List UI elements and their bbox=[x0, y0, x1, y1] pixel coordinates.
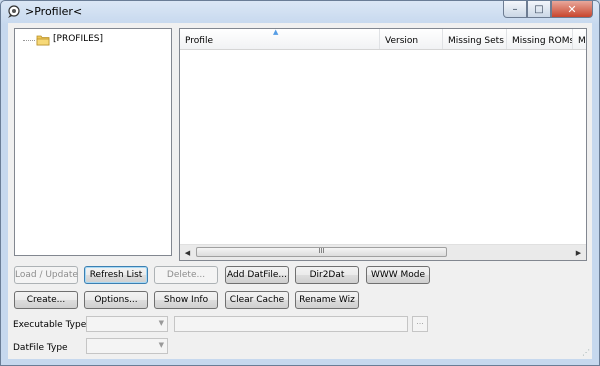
window-controls: – □ ✕ bbox=[503, 1, 593, 19]
column-header-missing-sets[interactable]: Missing Sets bbox=[443, 29, 507, 49]
load-update-button[interactable]: Load / Update bbox=[14, 266, 78, 284]
maximize-icon: □ bbox=[534, 3, 544, 15]
www-mode-button[interactable]: WWW Mode bbox=[366, 266, 430, 284]
column-header-version[interactable]: Version bbox=[380, 29, 443, 49]
resize-grip-icon[interactable]: ⋰ bbox=[582, 348, 590, 357]
rename-wiz-button[interactable]: Rename Wiz bbox=[295, 291, 359, 309]
tree-root-profiles[interactable]: [PROFILES] bbox=[53, 34, 103, 44]
sort-ascending-icon: ▲ bbox=[273, 28, 279, 36]
chevron-down-icon: ▼ bbox=[158, 319, 164, 327]
list-header: Profile ▲ Version Missing Sets Missing R… bbox=[180, 28, 586, 50]
profiles-list[interactable]: Profile ▲ Version Missing Sets Missing R… bbox=[179, 28, 587, 261]
browse-button[interactable]: ... bbox=[412, 316, 428, 332]
refresh-list-button[interactable]: Refresh List bbox=[84, 266, 148, 284]
profiles-tree[interactable]: [PROFILES] bbox=[14, 28, 172, 256]
minimize-button[interactable]: – bbox=[503, 1, 527, 18]
create-button[interactable]: Create... bbox=[14, 291, 78, 309]
dir2dat-button[interactable]: Dir2Dat bbox=[295, 266, 359, 284]
datfile-type-label: DatFile Type bbox=[13, 343, 68, 353]
column-header-missing-roms[interactable]: Missing ROMs bbox=[507, 29, 573, 49]
app-icon bbox=[8, 5, 20, 18]
clear-cache-button[interactable]: Clear Cache bbox=[225, 291, 289, 309]
options-button[interactable]: Options... bbox=[84, 291, 148, 309]
executable-type-label: Executable Type bbox=[13, 320, 87, 330]
scroll-right-icon[interactable]: ▶ bbox=[571, 245, 586, 260]
tree-connector bbox=[23, 40, 35, 41]
executable-type-dropdown[interactable]: ▼ bbox=[86, 316, 168, 332]
scrollbar-thumb[interactable]: III bbox=[196, 247, 447, 257]
delete-button[interactable]: Delete... bbox=[154, 266, 218, 284]
title-bar[interactable]: >Profiler< – □ ✕ bbox=[1, 1, 599, 23]
profiler-window: >Profiler< – □ ✕ [PROFILES] Profile ▲ Ve… bbox=[0, 0, 600, 366]
executable-path-field[interactable] bbox=[174, 316, 408, 332]
column-header-mi[interactable]: Mi bbox=[573, 29, 586, 49]
window-title: >Profiler< bbox=[25, 5, 83, 18]
datfile-type-dropdown[interactable]: ▼ bbox=[86, 338, 168, 354]
scroll-left-icon[interactable]: ◀ bbox=[180, 245, 195, 260]
maximize-button[interactable]: □ bbox=[527, 1, 551, 18]
minimize-icon: – bbox=[512, 3, 518, 15]
show-info-button[interactable]: Show Info bbox=[154, 291, 218, 309]
client-area: [PROFILES] Profile ▲ Version Missing Set… bbox=[8, 23, 592, 359]
close-icon: ✕ bbox=[567, 2, 577, 16]
horizontal-scrollbar[interactable]: ◀ III ▶ bbox=[180, 244, 586, 260]
folder-icon bbox=[36, 35, 50, 46]
chevron-down-icon: ▼ bbox=[158, 341, 164, 349]
close-button[interactable]: ✕ bbox=[551, 1, 593, 18]
column-header-profile[interactable]: Profile bbox=[180, 29, 380, 49]
add-datfile-button[interactable]: Add DatFile... bbox=[225, 266, 289, 284]
